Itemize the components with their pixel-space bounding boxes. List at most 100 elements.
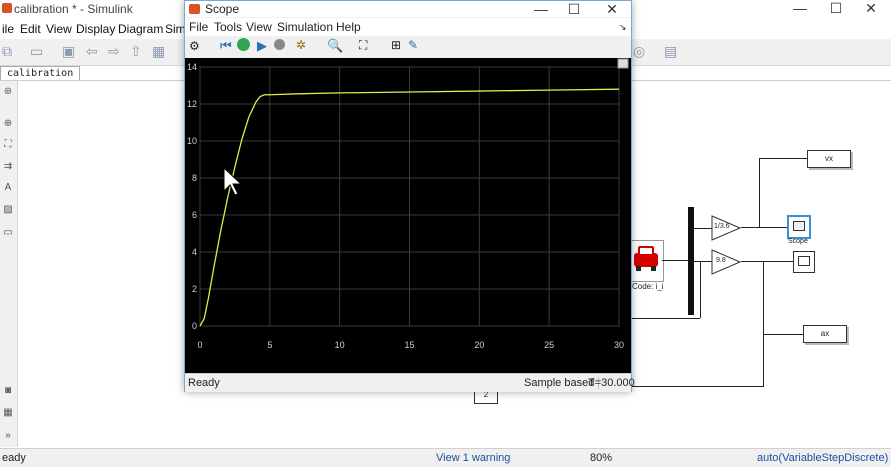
- run-icon[interactable]: [237, 38, 250, 51]
- arrows-icon[interactable]: ⇉: [1, 160, 15, 174]
- menu-file[interactable]: ile: [2, 22, 14, 36]
- save-icon[interactable]: ▣: [62, 43, 75, 60]
- scope-title: Scope: [205, 2, 240, 16]
- scope-maximize-icon[interactable]: ☐: [560, 1, 588, 18]
- explorer-icon[interactable]: ▦: [1, 406, 15, 420]
- menu-view[interactable]: View: [46, 22, 72, 36]
- line: [741, 261, 793, 262]
- scope-block-2[interactable]: [793, 251, 815, 273]
- mouse-cursor-icon: [223, 167, 243, 196]
- y-tick-label: 0: [192, 321, 197, 331]
- line: [763, 261, 764, 386]
- scope-block-selected[interactable]: [787, 215, 811, 239]
- scope-block-label: Scope: [788, 238, 808, 245]
- status-text: eady: [2, 452, 26, 464]
- stop-icon[interactable]: [274, 39, 285, 50]
- undock-plot-icon: [617, 58, 629, 69]
- edit-style-icon[interactable]: ✎: [408, 38, 418, 52]
- scope-titlebar: Scope — ☐ ✕: [185, 1, 631, 17]
- simulink-status-bar: eady View 1 warning 80% auto(VariableSte…: [0, 448, 891, 467]
- area-icon[interactable]: ▭: [1, 226, 15, 240]
- forward-icon[interactable]: ⇨: [108, 43, 120, 60]
- scope-screen-icon: [798, 256, 810, 266]
- up-icon[interactable]: ⇧: [130, 43, 142, 60]
- scope-plot[interactable]: 0 5 10 15 20 25 30 0 2 4 6 8 10 12 14: [185, 58, 631, 373]
- line: [741, 227, 787, 228]
- y-tick-label: 4: [192, 247, 197, 257]
- camera-icon[interactable]: ◙: [1, 384, 15, 398]
- outport-ax[interactable]: ax: [803, 325, 847, 343]
- scope-menu-file[interactable]: File: [189, 20, 208, 34]
- warning-link[interactable]: View 1 warning: [436, 452, 510, 464]
- car-icon: [634, 246, 658, 271]
- simulink-logo-icon: [2, 3, 12, 13]
- line: [700, 261, 701, 318]
- x-tick-label: 30: [614, 340, 624, 350]
- y-tick-label: 2: [192, 284, 197, 294]
- menu-edit[interactable]: Edit: [20, 22, 41, 36]
- library-icon[interactable]: ▦: [152, 43, 165, 60]
- line: [662, 260, 688, 261]
- open-icon[interactable]: ▭: [30, 43, 43, 60]
- scope-menu-simulation[interactable]: Simulation: [277, 20, 333, 34]
- scope-close-icon[interactable]: ✕: [598, 1, 626, 18]
- sim-time: T=30.000: [588, 377, 635, 389]
- hide-show-icon[interactable]: ⊛: [1, 85, 15, 99]
- line: [759, 158, 807, 159]
- annotation-icon[interactable]: A: [1, 181, 15, 195]
- autoscale-icon[interactable]: ⛶: [359, 38, 367, 53]
- back-icon[interactable]: ⇦: [86, 43, 98, 60]
- y-tick-label: 10: [187, 136, 197, 146]
- solver-link[interactable]: auto(VariableStepDiscrete): [757, 452, 888, 464]
- y-tick-label: 8: [192, 173, 197, 183]
- step-back-icon[interactable]: ⏮: [220, 38, 232, 54]
- scope-menu-help[interactable]: Help: [336, 20, 361, 34]
- y-tick-label: 6: [192, 210, 197, 220]
- dock-icon[interactable]: ↘: [619, 22, 627, 33]
- scope-menu-view[interactable]: View: [246, 20, 272, 34]
- zoom-icon[interactable]: 🔍: [327, 38, 343, 54]
- scope-window: Scope — ☐ ✕ File Tools View Simulation H…: [184, 0, 635, 392]
- step-forward-icon[interactable]: ▶: [257, 38, 267, 54]
- settings-gear-icon[interactable]: ⚙: [189, 39, 200, 53]
- scope-status-text: Ready: [188, 377, 220, 389]
- line: [759, 158, 760, 228]
- matlab-logo-icon: [189, 4, 200, 14]
- line: [694, 228, 712, 229]
- y-tick-label: 12: [187, 99, 197, 109]
- gain1-label: 1/3.6: [714, 223, 730, 230]
- minimize-icon[interactable]: —: [786, 0, 814, 16]
- cursor-measure-icon[interactable]: ⊞: [391, 38, 401, 52]
- vehicle-label: Code: i_i: [632, 282, 664, 291]
- zoom-in-icon[interactable]: ⊕: [1, 117, 15, 131]
- expand-icon[interactable]: »: [1, 429, 15, 443]
- x-tick-label: 15: [404, 340, 414, 350]
- menu-display[interactable]: Display: [76, 22, 115, 36]
- x-tick-label: 25: [544, 340, 554, 350]
- scope-menubar: File Tools View Simulation Help ↘: [185, 18, 631, 36]
- y-tick-label: 14: [187, 62, 197, 72]
- tab-calibration[interactable]: calibration: [0, 66, 81, 80]
- x-tick-label: 5: [267, 340, 272, 350]
- close-icon[interactable]: ✕: [857, 0, 885, 17]
- fit-view-icon[interactable]: ⛶: [1, 138, 15, 152]
- outport-vx[interactable]: vx: [807, 150, 851, 168]
- grid-icon[interactable]: ▤: [664, 43, 677, 60]
- line: [763, 334, 803, 335]
- window-title: calibration * - Simulink: [14, 2, 133, 16]
- model-advisor-icon[interactable]: ◎: [633, 43, 645, 60]
- image-icon[interactable]: ▨: [1, 203, 15, 217]
- zoom-level: 80%: [590, 452, 613, 464]
- scope-minimize-icon[interactable]: —: [527, 1, 555, 17]
- highlight-icon[interactable]: ✲: [296, 38, 306, 52]
- scope-menu-tools[interactable]: Tools: [214, 20, 242, 34]
- vehicle-block[interactable]: [628, 240, 664, 282]
- menu-diagram[interactable]: Diagram: [118, 22, 163, 36]
- scope-status-bar: Ready Sample based T=30.000: [185, 373, 635, 392]
- line: [694, 261, 712, 262]
- left-palette: ⊛ ⊕ ⛶ ⇉ A ▨ ▭ ◙ ▦ »: [0, 81, 18, 447]
- scope-chart: 0 5 10 15 20 25 30 0 2 4 6 8 10 12 14: [187, 58, 629, 350]
- menu-simulation[interactable]: Sim: [165, 22, 186, 36]
- maximize-icon[interactable]: ☐: [822, 0, 850, 17]
- new-model-icon[interactable]: ⧉: [2, 43, 12, 60]
